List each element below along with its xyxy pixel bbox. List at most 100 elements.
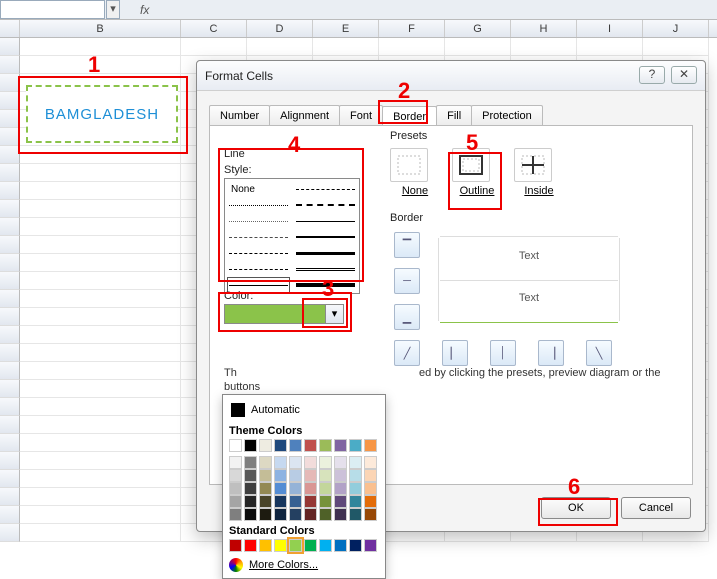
color-swatch-option[interactable] <box>229 469 242 482</box>
cell[interactable] <box>20 434 181 452</box>
color-swatch-option[interactable] <box>319 482 332 495</box>
color-swatch-option[interactable] <box>244 439 257 452</box>
color-swatch-option[interactable] <box>259 439 272 452</box>
cell[interactable] <box>247 38 313 56</box>
color-swatch-option[interactable] <box>319 469 332 482</box>
color-swatch-option[interactable] <box>334 495 347 508</box>
cell[interactable] <box>313 38 379 56</box>
color-swatch-option[interactable] <box>244 482 257 495</box>
col-header[interactable]: J <box>643 20 709 37</box>
color-swatch-option[interactable] <box>229 439 242 452</box>
color-swatch-option[interactable] <box>304 482 317 495</box>
preset-inside-button[interactable] <box>514 148 552 182</box>
row-header[interactable] <box>0 398 20 416</box>
cell[interactable] <box>20 164 181 182</box>
cell[interactable] <box>643 38 709 56</box>
color-swatch-option[interactable] <box>259 469 272 482</box>
color-swatch-option[interactable] <box>289 469 302 482</box>
color-swatch-option[interactable] <box>319 508 332 521</box>
cell[interactable] <box>20 452 181 470</box>
row-header[interactable] <box>0 182 20 200</box>
col-header[interactable]: G <box>445 20 511 37</box>
col-header[interactable]: C <box>181 20 247 37</box>
row-header[interactable] <box>0 488 20 506</box>
row-header[interactable] <box>0 236 20 254</box>
cell[interactable] <box>181 38 247 56</box>
row-header[interactable] <box>0 362 20 380</box>
cell[interactable] <box>20 524 181 542</box>
cell[interactable] <box>20 38 181 56</box>
color-swatch-option[interactable] <box>349 439 362 452</box>
color-swatch-option[interactable] <box>274 482 287 495</box>
color-swatch-option[interactable] <box>364 456 377 469</box>
color-swatch-option[interactable] <box>229 495 242 508</box>
row-header[interactable] <box>0 434 20 452</box>
row-header[interactable] <box>0 92 20 110</box>
cell[interactable] <box>20 470 181 488</box>
color-swatch-option[interactable] <box>304 508 317 521</box>
row-header[interactable] <box>0 164 20 182</box>
row-header[interactable] <box>0 218 20 236</box>
color-swatch-option[interactable] <box>259 482 272 495</box>
cell[interactable] <box>577 38 643 56</box>
color-swatch-option[interactable] <box>334 456 347 469</box>
column-headers[interactable]: BCDEFGHIJ <box>0 20 717 38</box>
tab-protection[interactable]: Protection <box>471 105 543 126</box>
row-header[interactable] <box>0 38 20 56</box>
color-swatch-option[interactable] <box>364 508 377 521</box>
name-box-dropdown[interactable]: ▾ <box>106 0 120 19</box>
color-swatch-option[interactable] <box>349 495 362 508</box>
row-header[interactable] <box>0 200 20 218</box>
row-header[interactable] <box>0 290 20 308</box>
color-swatch-option[interactable] <box>334 469 347 482</box>
cell[interactable] <box>511 38 577 56</box>
row-header[interactable] <box>0 506 20 524</box>
color-swatch-option[interactable] <box>319 439 332 452</box>
cell[interactable] <box>20 308 181 326</box>
row-header[interactable] <box>0 128 20 146</box>
row-header[interactable] <box>0 110 20 128</box>
row-header[interactable] <box>0 524 20 542</box>
border-right-button[interactable]: ▕ <box>538 340 564 366</box>
color-swatch-option[interactable] <box>364 439 377 452</box>
row-header[interactable] <box>0 470 20 488</box>
color-swatch-option[interactable] <box>259 495 272 508</box>
border-top-button[interactable]: ▔ <box>394 232 420 258</box>
color-swatch-option[interactable] <box>349 456 362 469</box>
row-header[interactable] <box>0 452 20 470</box>
col-header[interactable] <box>0 20 20 37</box>
color-swatch-option[interactable] <box>274 439 287 452</box>
color-swatch-option[interactable] <box>229 482 242 495</box>
border-bottom-button[interactable]: ▁ <box>394 304 420 330</box>
cell[interactable] <box>20 290 181 308</box>
border-hmid-button[interactable]: ─ <box>394 268 420 294</box>
cell[interactable] <box>20 200 181 218</box>
color-swatch-option[interactable] <box>349 469 362 482</box>
color-swatch-option[interactable] <box>274 469 287 482</box>
row-header[interactable] <box>0 380 20 398</box>
color-swatch-option[interactable] <box>244 508 257 521</box>
row-header[interactable] <box>0 416 20 434</box>
cell[interactable] <box>20 236 181 254</box>
dialog-help-button[interactable]: ? <box>639 66 665 84</box>
color-swatch-option[interactable] <box>274 495 287 508</box>
cell[interactable] <box>20 218 181 236</box>
color-automatic[interactable]: Automatic <box>229 401 379 421</box>
color-swatch-option[interactable] <box>289 508 302 521</box>
row-header[interactable] <box>0 146 20 164</box>
border-diag-up-button[interactable]: ╱ <box>394 340 420 366</box>
cell[interactable] <box>20 56 181 74</box>
more-colors[interactable]: More Colors... <box>229 558 379 572</box>
tab-number[interactable]: Number <box>209 105 270 126</box>
cell[interactable] <box>20 488 181 506</box>
color-swatch-option[interactable] <box>334 439 347 452</box>
color-swatch-option[interactable] <box>304 469 317 482</box>
col-header[interactable]: E <box>313 20 379 37</box>
col-header[interactable]: F <box>379 20 445 37</box>
name-box[interactable] <box>0 0 105 19</box>
color-swatch-option[interactable] <box>349 482 362 495</box>
cell[interactable] <box>445 38 511 56</box>
tab-font[interactable]: Font <box>339 105 383 126</box>
row-headers[interactable] <box>0 38 20 542</box>
cell[interactable] <box>20 380 181 398</box>
